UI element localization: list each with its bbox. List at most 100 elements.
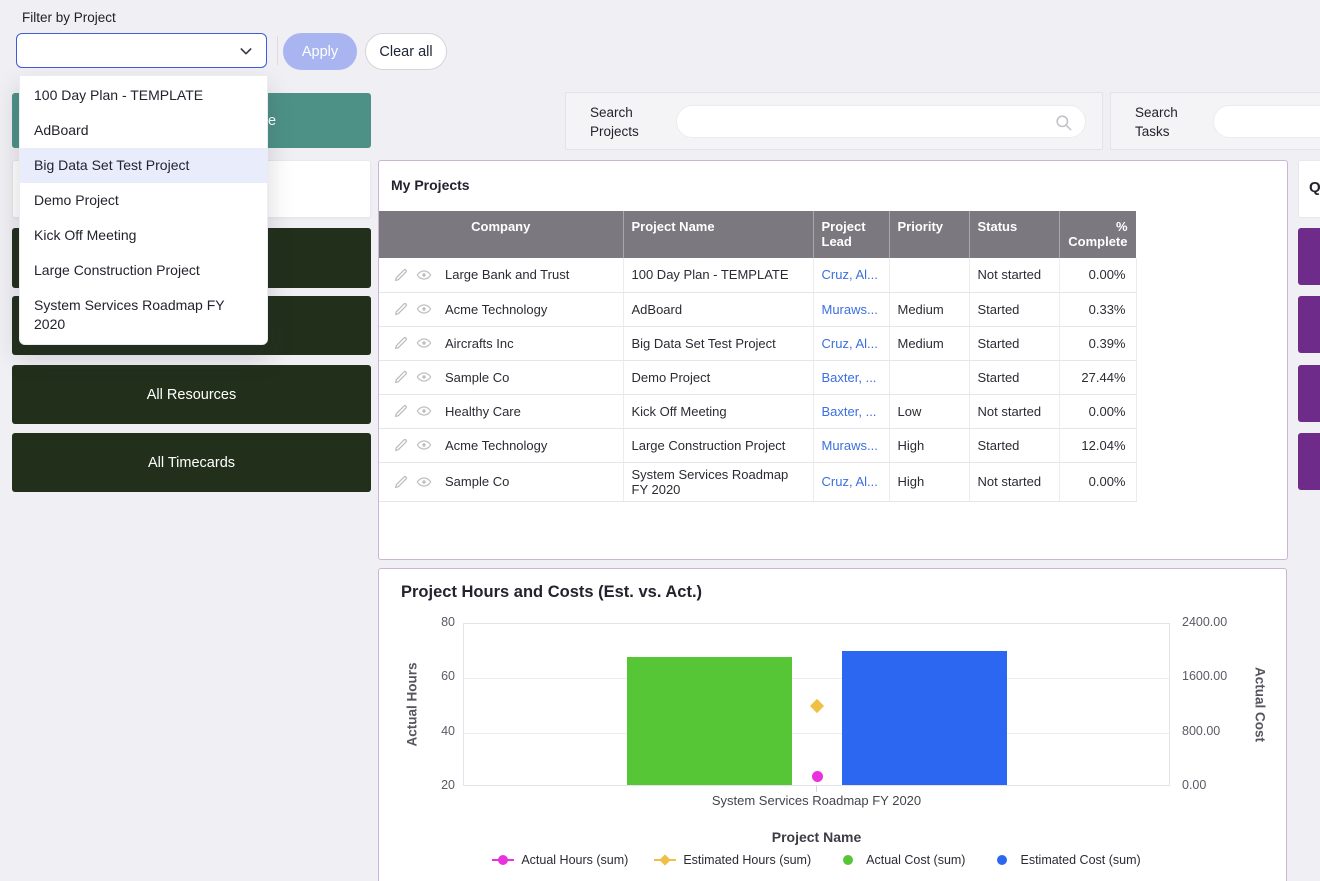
table-row: Acme TechnologyAdBoardMuraws...MediumSta…	[379, 292, 1136, 326]
chart-title: Project Hours and Costs (Est. vs. Act.)	[401, 583, 702, 602]
actual-cost-sum-bar	[627, 657, 792, 785]
quick-panel-button-1[interactable]	[1298, 228, 1320, 285]
all-resources-button[interactable]: All Resources	[12, 365, 371, 424]
dropdown-option-system-services-roadmap-fy-2020[interactable]: System Services Roadmap FY 2020	[20, 288, 267, 342]
my-projects-panel: My Projects CompanyProject NameProject L…	[378, 160, 1288, 560]
all-timecards-button[interactable]: All Timecards	[12, 433, 371, 492]
legend-marker	[837, 854, 859, 866]
table-row: Sample CoDemo ProjectBaxter, ...Started2…	[379, 360, 1136, 394]
left-axis-tick: 40	[395, 724, 455, 738]
eye-icon[interactable]	[416, 369, 432, 385]
right-axis-tick: 1600.00	[1182, 669, 1262, 683]
percent-complete-cell: 0.00%	[1059, 258, 1136, 292]
pencil-icon[interactable]	[393, 301, 409, 317]
pencil-icon[interactable]	[393, 267, 409, 283]
column-header-complete[interactable]: % Complete	[1059, 211, 1136, 258]
search-projects-label: Search Projects	[590, 103, 639, 141]
priority-cell: Medium	[889, 292, 969, 326]
project-lead-link[interactable]: Muraws...	[822, 438, 878, 453]
project-name-cell: Kick Off Meeting	[623, 394, 813, 428]
project-lead-link[interactable]: Cruz, Al...	[822, 336, 878, 351]
company-cell: Aircrafts Inc	[445, 336, 514, 351]
apply-button[interactable]: Apply	[283, 33, 357, 70]
project-lead-link[interactable]: Muraws...	[822, 302, 878, 317]
column-header-status[interactable]: Status	[969, 211, 1059, 258]
status-cell: Started	[969, 428, 1059, 462]
eye-icon[interactable]	[416, 301, 432, 317]
company-cell: Sample Co	[445, 474, 509, 489]
table-row: Sample Co System Services Roadmap FY 2020…	[379, 462, 1136, 501]
pencil-icon[interactable]	[393, 474, 409, 490]
status-cell: Started	[969, 292, 1059, 326]
plot-area	[463, 623, 1170, 786]
priority-cell	[889, 360, 969, 394]
x-tick-mark	[816, 786, 817, 792]
column-header-priority[interactable]: Priority	[889, 211, 969, 258]
dropdown-option-100-day-plan-template[interactable]: 100 Day Plan - TEMPLATE	[20, 78, 267, 113]
quick-panel-card[interactable]: Qu	[1298, 160, 1320, 218]
column-header-company[interactable]: Company	[379, 211, 623, 258]
dropdown-option-demo-project[interactable]: Demo Project	[20, 183, 267, 218]
project-lead-link[interactable]: Baxter, ...	[822, 370, 877, 385]
table-row: Aircrafts IncBig Data Set Test ProjectCr…	[379, 326, 1136, 360]
quick-panel-button-3[interactable]	[1298, 365, 1320, 422]
status-cell: Not started	[969, 394, 1059, 428]
eye-icon[interactable]	[416, 403, 432, 419]
quick-panel-button-4[interactable]	[1298, 433, 1320, 490]
eye-icon[interactable]	[416, 335, 432, 351]
project-lead-link[interactable]: Cruz, Al...	[822, 267, 878, 282]
estimated-cost-sum-bar	[842, 651, 1007, 785]
priority-cell: Medium	[889, 326, 969, 360]
dropdown-option-large-construction-project[interactable]: Large Construction Project	[20, 253, 267, 288]
clear-all-button[interactable]: Clear all	[365, 33, 447, 70]
eye-icon[interactable]	[416, 267, 432, 283]
legend-item-estimated-hours-sum: Estimated Hours (sum)	[654, 853, 811, 867]
project-name-cell: System Services Roadmap FY 2020	[623, 462, 813, 501]
project-lead-link[interactable]: Cruz, Al...	[822, 474, 878, 489]
project-filter-dropdown: 100 Day Plan - TEMPLATEAdBoardBig Data S…	[19, 75, 268, 345]
eye-icon[interactable]	[416, 437, 432, 453]
legend-label: Estimated Hours (sum)	[683, 853, 811, 867]
chevron-down-icon	[238, 43, 254, 59]
priority-cell: High	[889, 428, 969, 462]
dropdown-option-big-data-set-test-project[interactable]: Big Data Set Test Project	[20, 148, 267, 183]
right-axis-tick: 2400.00	[1182, 615, 1262, 629]
search-tasks-input[interactable]	[1214, 106, 1320, 137]
search-projects-panel: Search Projects	[565, 92, 1103, 150]
dropdown-option-kick-off-meeting[interactable]: Kick Off Meeting	[20, 218, 267, 253]
company-cell: Large Bank and Trust	[445, 267, 569, 282]
search-projects-input[interactable]	[677, 106, 1024, 137]
search-tasks-panel: Search Tasks	[1110, 92, 1320, 150]
column-header-project-lead[interactable]: Project Lead	[813, 211, 889, 258]
company-cell: Healthy Care	[445, 404, 521, 419]
status-cell: Started	[969, 326, 1059, 360]
divider	[277, 36, 278, 65]
eye-icon[interactable]	[416, 474, 432, 490]
pencil-icon[interactable]	[393, 369, 409, 385]
projects-table: CompanyProject NameProject LeadPriorityS…	[379, 211, 1137, 502]
left-axis-tick: 60	[395, 669, 455, 683]
pencil-icon[interactable]	[393, 335, 409, 351]
actual-hours-sum-marker	[812, 771, 823, 782]
pencil-icon[interactable]	[393, 403, 409, 419]
company-cell: Acme Technology	[445, 438, 547, 453]
quick-panel-button-2[interactable]	[1298, 296, 1320, 353]
x-category-label: System Services Roadmap FY 2020	[463, 793, 1170, 808]
percent-complete-cell: 27.44%	[1059, 360, 1136, 394]
project-lead-link[interactable]: Baxter, ...	[822, 404, 877, 419]
project-filter-select[interactable]	[16, 33, 267, 68]
chart-legend: Actual Hours (sum)Estimated Hours (sum)A…	[443, 853, 1190, 867]
company-cell: Sample Co	[445, 370, 509, 385]
left-axis-tick: 20	[395, 778, 455, 792]
search-icon	[1054, 113, 1073, 132]
legend-label: Actual Hours (sum)	[521, 853, 628, 867]
status-cell: Not started	[969, 258, 1059, 292]
gridline	[464, 733, 1169, 734]
legend-marker	[492, 854, 514, 866]
left-axis-tick: 80	[395, 615, 455, 629]
column-header-project-name[interactable]: Project Name	[623, 211, 813, 258]
dropdown-option-adboard[interactable]: AdBoard	[20, 113, 267, 148]
project-name-cell: Large Construction Project	[623, 428, 813, 462]
pencil-icon[interactable]	[393, 437, 409, 453]
search-tasks-label: Search Tasks	[1135, 103, 1178, 141]
